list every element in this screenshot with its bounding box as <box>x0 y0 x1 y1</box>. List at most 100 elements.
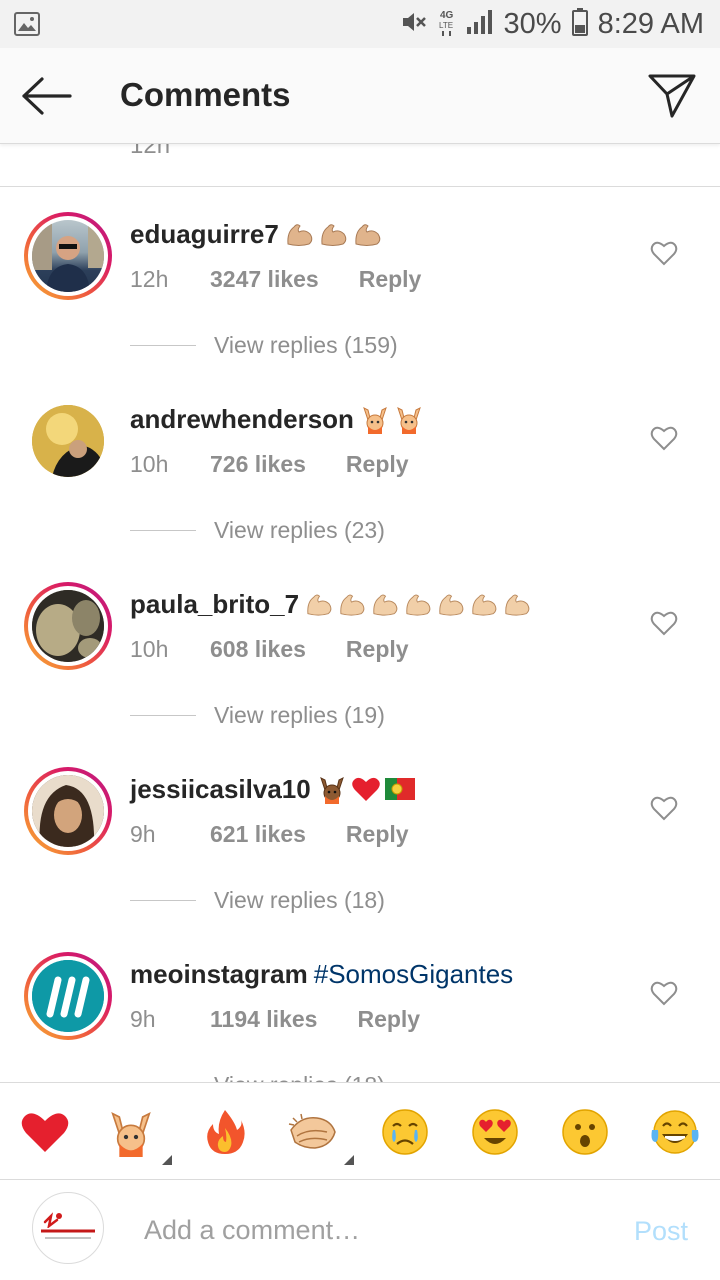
comment-item: meoinstagram #SomosGigantes 9h 1194 like… <box>0 952 720 1082</box>
flexed-biceps-icon <box>355 224 381 246</box>
comment-username[interactable]: eduaguirre7 <box>130 219 279 250</box>
heart-outline-icon <box>650 426 678 451</box>
comment-likes[interactable]: 621 likes <box>210 821 306 848</box>
comments-list[interactable]: 12h eduaguirre7 12h 3247 likes Reply Vie… <box>0 144 720 1082</box>
comment-hashtag[interactable]: #SomosGigantes <box>314 959 513 990</box>
comment-likes[interactable]: 608 likes <box>210 636 306 663</box>
flexed-biceps-icon <box>439 594 464 616</box>
comment-likes[interactable]: 3247 likes <box>210 266 319 293</box>
flexed-biceps-icon <box>307 594 332 616</box>
previous-comment-time: 12h <box>130 144 171 159</box>
view-replies-label: View replies (18) <box>214 1072 385 1083</box>
reaction-clapping-button[interactable] <box>286 1105 354 1165</box>
reply-button[interactable]: Reply <box>359 266 422 293</box>
view-replies-label: View replies (159) <box>214 331 398 358</box>
reaction-surprised-button[interactable] <box>558 1105 612 1159</box>
reply-button[interactable]: Reply <box>346 451 409 478</box>
view-replies-button[interactable]: View replies (18) <box>130 1070 385 1083</box>
replies-line <box>130 344 196 346</box>
surprised-face-icon <box>562 1109 608 1155</box>
comment-time: 10h <box>130 450 169 477</box>
view-replies-label: View replies (19) <box>214 701 385 728</box>
like-button[interactable] <box>650 610 678 636</box>
like-button[interactable] <box>650 240 678 266</box>
flexed-biceps-icon <box>340 594 365 616</box>
my-avatar <box>32 1192 104 1264</box>
post-button[interactable]: Post <box>634 1216 688 1247</box>
avatar[interactable] <box>24 767 112 855</box>
raising-hands-icon <box>319 777 344 804</box>
view-replies-button[interactable]: View replies (159) <box>130 330 398 360</box>
avatar[interactable] <box>24 397 112 485</box>
reaction-tears-of-joy-button[interactable] <box>648 1105 702 1159</box>
like-button[interactable] <box>650 425 678 451</box>
red-heart-icon <box>21 1113 69 1152</box>
heart-outline-icon <box>650 611 678 636</box>
view-replies-button[interactable]: View replies (18) <box>130 885 385 915</box>
raising-hands-icon <box>397 407 421 434</box>
gallery-icon <box>14 12 40 41</box>
comment-emojis <box>317 774 415 804</box>
reply-button[interactable]: Reply <box>357 1006 420 1033</box>
view-replies-button[interactable]: View replies (19) <box>130 700 385 730</box>
skin-tone-indicator <box>162 1155 172 1165</box>
comment-time: 10h <box>130 635 169 662</box>
avatar[interactable] <box>24 582 112 670</box>
view-replies-label: View replies (23) <box>214 516 385 543</box>
red-heart-icon <box>351 777 380 801</box>
mute-icon <box>400 9 428 40</box>
comment-input-bar: Post <box>0 1180 720 1280</box>
comment-item: paula_brito_7 10h 608 likes Reply View r… <box>0 582 720 767</box>
divider <box>0 186 720 187</box>
raising-hands-icon <box>111 1112 151 1157</box>
comment-time: 9h <box>130 1005 156 1032</box>
like-button[interactable] <box>650 980 678 1006</box>
reaction-crying-button[interactable] <box>378 1105 432 1159</box>
reaction-raising-hands-button[interactable] <box>104 1105 172 1165</box>
comment-item: andrewhenderson 10h 726 likes Reply View… <box>0 397 720 582</box>
reaction-heart-button[interactable] <box>18 1105 72 1159</box>
view-replies-label: View replies (18) <box>214 886 385 913</box>
flexed-biceps-icon <box>373 594 398 616</box>
reply-button[interactable]: Reply <box>346 821 409 848</box>
replies-line <box>130 714 196 716</box>
comment-username[interactable]: meoinstagram <box>130 959 308 990</box>
heart-outline-icon <box>650 241 678 266</box>
comment-time: 12h <box>130 265 169 292</box>
avatar[interactable] <box>24 952 112 1040</box>
back-button[interactable] <box>20 74 76 118</box>
crying-face-icon <box>382 1109 428 1155</box>
heart-outline-icon <box>650 981 678 1006</box>
like-button[interactable] <box>650 795 678 821</box>
comment-username[interactable]: paula_brito_7 <box>130 589 299 620</box>
flexed-biceps-icon <box>406 594 431 616</box>
share-button[interactable] <box>646 70 698 122</box>
signal-icon <box>466 9 494 40</box>
comment-likes[interactable]: 726 likes <box>210 451 306 478</box>
raising-hands-icon <box>363 407 387 434</box>
flexed-biceps-icon <box>287 224 313 246</box>
comment-input[interactable] <box>144 1210 584 1250</box>
flexed-biceps-icon <box>321 224 347 246</box>
back-arrow-icon <box>22 77 72 115</box>
reply-button[interactable]: Reply <box>346 636 409 663</box>
reaction-fire-button[interactable] <box>198 1105 252 1159</box>
flexed-biceps-icon <box>505 594 530 616</box>
battery-icon <box>571 7 588 41</box>
fire-icon <box>207 1110 245 1154</box>
svg-text:LTE: LTE <box>439 21 453 30</box>
comment-username[interactable]: andrewhenderson <box>130 404 354 435</box>
view-replies-button[interactable]: View replies (23) <box>130 515 385 545</box>
battery-percent: 30% <box>503 7 562 40</box>
clock: 8:29 AM <box>597 7 704 40</box>
avatar[interactable] <box>24 212 112 300</box>
quick-reactions-bar <box>0 1082 720 1180</box>
comment-likes[interactable]: 1194 likes <box>210 1006 317 1033</box>
comment-emojis <box>305 590 532 618</box>
reaction-heart-eyes-button[interactable] <box>468 1105 522 1159</box>
heart-eyes-icon <box>472 1109 518 1155</box>
comment-time: 9h <box>130 820 156 847</box>
comment-item: jessiicasilva10 9h 621 likes Reply View … <box>0 767 720 952</box>
comment-username[interactable]: jessiicasilva10 <box>130 774 311 805</box>
profile-logo-icon <box>41 1212 95 1239</box>
